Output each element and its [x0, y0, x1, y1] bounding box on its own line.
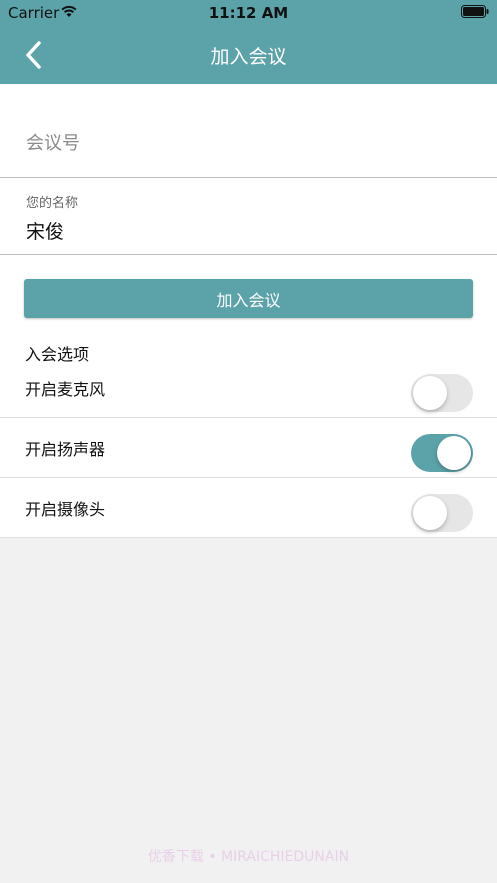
microphone-toggle[interactable] [411, 374, 473, 412]
option-row-speaker: 开启扬声器 [0, 418, 497, 478]
battery-icon [461, 5, 489, 18]
name-section: 您的名称 宋俊 [0, 178, 497, 255]
option-label-microphone: 开启麦克风 [25, 380, 106, 399]
header: Carrier 11:12 AM 加入会议 [0, 0, 497, 84]
meeting-id-section [0, 84, 497, 178]
page-title: 加入会议 [210, 46, 287, 68]
toggle-knob [437, 436, 471, 470]
toggle-knob [413, 376, 447, 410]
status-time: 11:12 AM [208, 4, 289, 22]
option-label-speaker: 开启扬声器 [25, 440, 106, 459]
join-meeting-button[interactable]: 加入会议 [24, 279, 473, 318]
status-bar: Carrier 11:12 AM [0, 0, 497, 26]
nav-bar: 加入会议 [0, 26, 497, 84]
options-section: 加入会议 入会选项 开启麦克风 开启扬声器 开启摄像头 [0, 255, 497, 538]
watermark: 优香下载 • MIRAICHIEDUNAIN [147, 849, 350, 865]
option-label-camera: 开启摄像头 [25, 500, 106, 519]
camera-toggle[interactable] [411, 494, 473, 532]
option-row-microphone: 开启麦克风 [0, 358, 497, 418]
speaker-toggle[interactable] [411, 434, 473, 472]
toggle-knob [413, 496, 447, 530]
option-row-camera: 开启摄像头 [0, 478, 497, 538]
name-field[interactable]: 宋俊 [26, 217, 64, 244]
name-label: 您的名称 [26, 196, 79, 211]
meeting-id-input[interactable] [26, 128, 466, 158]
